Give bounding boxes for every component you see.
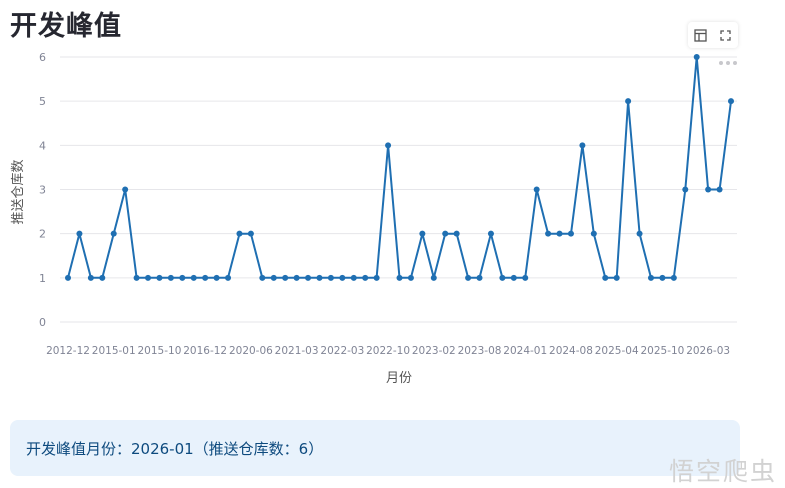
data-point[interactable] <box>327 274 334 281</box>
data-point[interactable] <box>556 230 563 237</box>
data-point[interactable] <box>236 230 243 237</box>
data-point[interactable] <box>625 98 632 105</box>
data-point[interactable] <box>145 274 152 281</box>
x-tick-label: 2016-12 <box>183 345 227 357</box>
x-tick-label: 2015-10 <box>138 345 182 357</box>
data-point[interactable] <box>590 230 597 237</box>
x-tick-label: 2024-08 <box>549 345 593 357</box>
x-tick-label: 2024-01 <box>503 345 547 357</box>
data-point[interactable] <box>545 230 552 237</box>
data-point[interactable] <box>659 274 666 281</box>
data-point[interactable] <box>167 274 174 281</box>
data-point[interactable] <box>362 274 369 281</box>
x-tick-label: 2020-06 <box>229 345 273 357</box>
data-point[interactable] <box>65 274 71 281</box>
data-point[interactable] <box>636 230 643 237</box>
y-axis-label: 推送仓库数 <box>10 159 26 224</box>
watermark: 悟空爬虫 <box>669 457 778 486</box>
data-point[interactable] <box>522 274 529 281</box>
y-tick-label: 0 <box>39 316 46 329</box>
y-tick-label: 1 <box>39 272 46 285</box>
data-point[interactable] <box>579 142 586 149</box>
data-point[interactable] <box>202 274 209 281</box>
data-point[interactable] <box>213 274 220 281</box>
data-point[interactable] <box>259 274 266 281</box>
y-tick-label: 3 <box>39 184 46 197</box>
data-point[interactable] <box>339 274 346 281</box>
x-axis-label: 月份 <box>386 371 412 386</box>
data-point[interactable] <box>510 274 517 281</box>
data-point[interactable] <box>396 274 403 281</box>
data-point[interactable] <box>190 274 197 281</box>
data-point[interactable] <box>728 98 734 105</box>
page-title: 开发峰值 <box>10 11 122 42</box>
data-point[interactable] <box>76 230 83 237</box>
data-point[interactable] <box>156 274 163 281</box>
data-point[interactable] <box>179 274 186 281</box>
data-point[interactable] <box>99 274 106 281</box>
data-point[interactable] <box>682 186 689 193</box>
data-point[interactable] <box>716 186 723 193</box>
x-tick-label: 2015-01 <box>92 345 136 357</box>
data-point[interactable] <box>282 274 289 281</box>
data-point[interactable] <box>247 230 254 237</box>
data-point[interactable] <box>567 230 574 237</box>
data-point[interactable] <box>305 274 312 281</box>
x-tick-label: 2023-08 <box>458 345 502 357</box>
x-tick-label: 2025-04 <box>595 345 639 357</box>
data-point[interactable] <box>647 274 654 281</box>
data-point[interactable] <box>270 274 277 281</box>
x-tick-label: 2012-12 <box>46 345 90 357</box>
peak-info-text: 开发峰值月份：2026-01（推送仓库数：6） <box>26 439 324 458</box>
data-point[interactable] <box>693 54 700 60</box>
y-tick-label: 6 <box>39 51 46 64</box>
data-point[interactable] <box>465 274 472 281</box>
y-tick-label: 5 <box>39 95 46 108</box>
y-tick-label: 2 <box>39 228 46 241</box>
data-point[interactable] <box>122 186 129 193</box>
data-point[interactable] <box>487 230 494 237</box>
data-point[interactable] <box>293 274 300 281</box>
peak-info-box: 开发峰值月份：2026-01（推送仓库数：6） <box>10 420 740 476</box>
x-tick-label: 2025-10 <box>640 345 684 357</box>
y-tick-label: 4 <box>39 139 46 152</box>
data-point[interactable] <box>670 274 677 281</box>
data-point[interactable] <box>705 186 712 193</box>
x-tick-label: 2022-03 <box>320 345 364 357</box>
data-point[interactable] <box>442 230 449 237</box>
data-point[interactable] <box>407 274 414 281</box>
data-point[interactable] <box>419 230 426 237</box>
data-point[interactable] <box>225 274 232 281</box>
data-point[interactable] <box>499 274 506 281</box>
data-point[interactable] <box>385 142 392 149</box>
x-tick-label: 2026-03 <box>686 345 730 357</box>
data-point[interactable] <box>87 274 94 281</box>
data-point[interactable] <box>316 274 323 281</box>
data-point[interactable] <box>613 274 620 281</box>
data-point[interactable] <box>430 274 437 281</box>
data-point[interactable] <box>476 274 483 281</box>
data-point[interactable] <box>453 230 460 237</box>
data-point[interactable] <box>350 274 357 281</box>
line-chart: 0 1 2 3 4 5 6 2012-12 2015-01 2015-10 2016-12 2020… <box>10 51 737 386</box>
series-line <box>67 56 732 279</box>
data-point[interactable] <box>110 230 117 237</box>
data-point[interactable] <box>133 274 140 281</box>
data-point[interactable] <box>373 274 380 281</box>
x-tick-label: 2021-03 <box>275 345 319 357</box>
data-point[interactable] <box>602 274 609 281</box>
x-tick-label: 2023-02 <box>412 345 456 357</box>
x-tick-label: 2022-10 <box>366 345 410 357</box>
data-point[interactable] <box>533 186 540 193</box>
